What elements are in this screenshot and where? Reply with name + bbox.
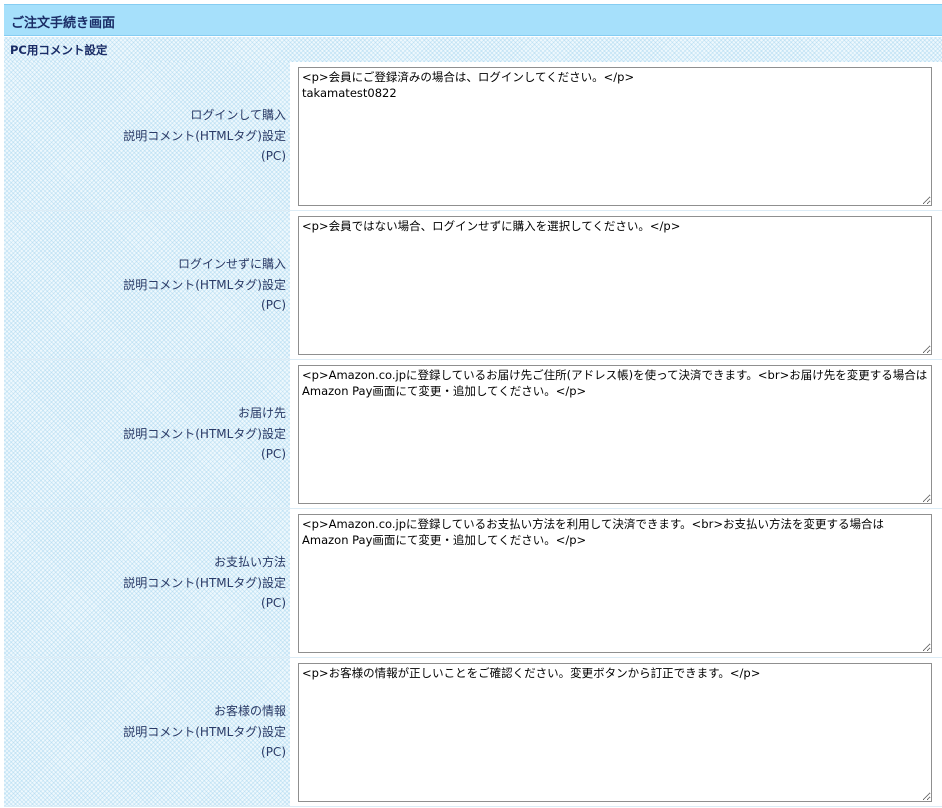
- setting-label-device: (PC): [261, 149, 286, 164]
- setting-label-title: お客様の情報: [213, 704, 286, 719]
- setting-label-device: (PC): [261, 596, 286, 611]
- setting-field-cell: <p>Amazon.co.jpに登録しているお支払い方法を利用して決済できます。…: [290, 509, 942, 657]
- setting-row-customer-info: お客様の情報 説明コメント(HTMLタグ)設定 (PC) <p>お客様の情報が正…: [4, 658, 942, 807]
- setting-label-cell: お客様の情報 説明コメント(HTMLタグ)設定 (PC): [4, 658, 290, 806]
- setting-label-device: (PC): [261, 447, 286, 462]
- payment-method-comment-textarea[interactable]: <p>Amazon.co.jpに登録しているお支払い方法を利用して決済できます。…: [298, 514, 932, 653]
- login-purchase-comment-textarea[interactable]: <p>会員にご登録済みの場合は、ログインしてください。</p> takamate…: [298, 67, 932, 206]
- order-procedure-settings-page: ご注文手続き画面 PC用コメント設定 ログインして購入 説明コメント(HTMLタ…: [0, 0, 942, 808]
- delivery-address-comment-textarea[interactable]: <p>Amazon.co.jpに登録しているお届け先ご住所(アドレス帳)を使って…: [298, 365, 932, 504]
- setting-label: お支払い方法 説明コメント(HTMLタグ)設定 (PC): [123, 552, 286, 614]
- setting-label-desc: 説明コメント(HTMLタグ)設定: [123, 277, 286, 292]
- page-title: ご注文手続き画面: [11, 16, 116, 31]
- setting-label: お客様の情報 説明コメント(HTMLタグ)設定 (PC): [123, 701, 286, 763]
- setting-label-desc: 説明コメント(HTMLタグ)設定: [123, 575, 286, 590]
- setting-row-guest-purchase: ログインせずに購入 説明コメント(HTMLタグ)設定 (PC) <p>会員ではな…: [4, 211, 942, 360]
- setting-label-title: ログインして購入: [190, 108, 286, 123]
- setting-row-login-purchase: ログインして購入 説明コメント(HTMLタグ)設定 (PC) <p>会員にご登録…: [4, 62, 942, 211]
- setting-row-payment-method: お支払い方法 説明コメント(HTMLタグ)設定 (PC) <p>Amazon.c…: [4, 509, 942, 658]
- setting-label-desc: 説明コメント(HTMLタグ)設定: [123, 128, 286, 143]
- setting-label-desc: 説明コメント(HTMLタグ)設定: [123, 724, 286, 739]
- customer-info-comment-textarea[interactable]: <p>お客様の情報が正しいことをご確認ください。変更ボタンから訂正できます。</…: [298, 663, 932, 802]
- setting-field-cell: <p>会員ではない場合、ログインせずに購入を選択してください。</p>: [290, 211, 942, 359]
- setting-label: ログインせずに購入 説明コメント(HTMLタグ)設定 (PC): [123, 254, 286, 316]
- settings-table: ログインして購入 説明コメント(HTMLタグ)設定 (PC) <p>会員にご登録…: [4, 62, 942, 807]
- page-header: ご注文手続き画面: [4, 4, 942, 36]
- setting-field-cell: <p>会員にご登録済みの場合は、ログインしてください。</p> takamate…: [290, 62, 942, 210]
- setting-field-cell: <p>お客様の情報が正しいことをご確認ください。変更ボタンから訂正できます。</…: [290, 658, 942, 806]
- setting-label-cell: ログインせずに購入 説明コメント(HTMLタグ)設定 (PC): [4, 211, 290, 359]
- setting-row-delivery-address: お届け先 説明コメント(HTMLタグ)設定 (PC) <p>Amazon.co.…: [4, 360, 942, 509]
- setting-label-cell: お届け先 説明コメント(HTMLタグ)設定 (PC): [4, 360, 290, 508]
- setting-label-device: (PC): [261, 745, 286, 760]
- setting-field-cell: <p>Amazon.co.jpに登録しているお届け先ご住所(アドレス帳)を使って…: [290, 360, 942, 508]
- setting-label-device: (PC): [261, 298, 286, 313]
- setting-label-cell: ログインして購入 説明コメント(HTMLタグ)設定 (PC): [4, 62, 290, 210]
- setting-label: お届け先 説明コメント(HTMLタグ)設定 (PC): [123, 403, 286, 465]
- section-header: PC用コメント設定: [4, 37, 942, 62]
- setting-label-desc: 説明コメント(HTMLタグ)設定: [123, 426, 286, 441]
- guest-purchase-comment-textarea[interactable]: <p>会員ではない場合、ログインせずに購入を選択してください。</p>: [298, 216, 932, 355]
- setting-label-title: お支払い方法: [213, 555, 286, 570]
- setting-label-cell: お支払い方法 説明コメント(HTMLタグ)設定 (PC): [4, 509, 290, 657]
- setting-label: ログインして購入 説明コメント(HTMLタグ)設定 (PC): [123, 105, 286, 167]
- setting-label-title: お届け先: [237, 406, 286, 421]
- setting-label-title: ログインせずに購入: [177, 257, 286, 272]
- section-title: PC用コメント設定: [10, 43, 108, 57]
